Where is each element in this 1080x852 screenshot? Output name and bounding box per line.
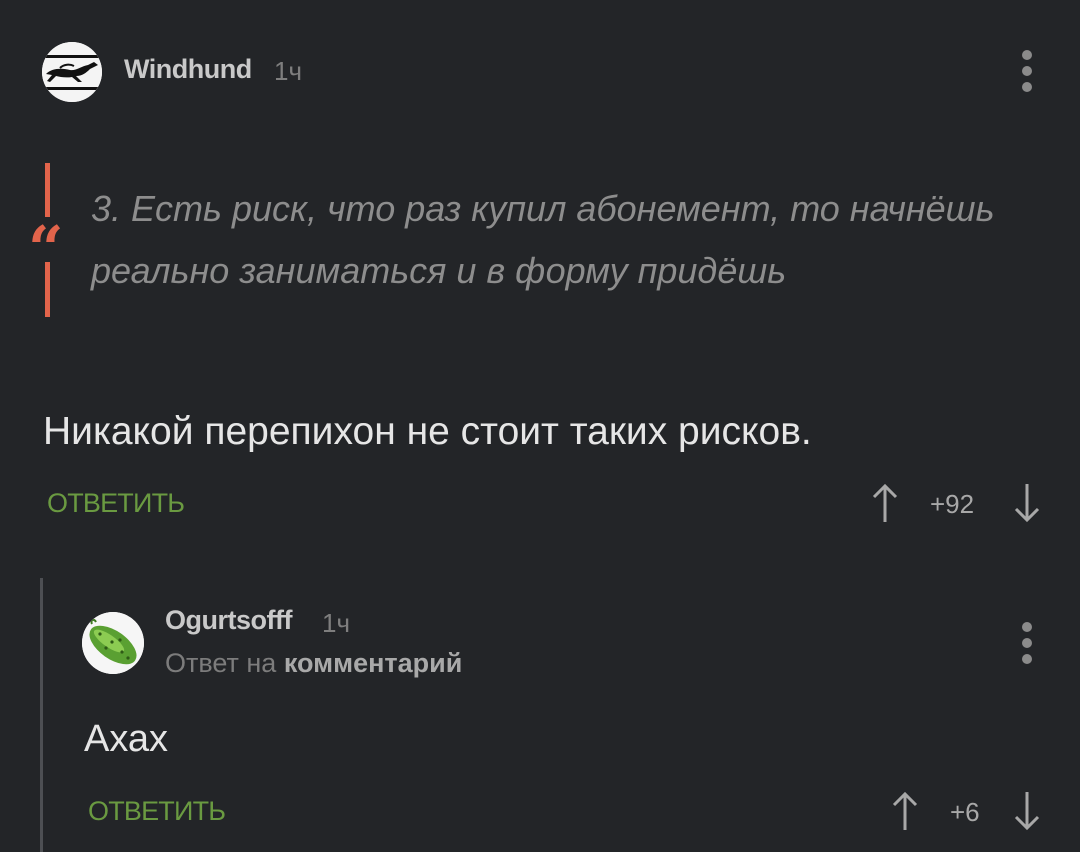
greyhound-icon: [42, 42, 102, 102]
comment-time: 1ч: [322, 608, 351, 638]
more-options-icon[interactable]: [1012, 46, 1042, 94]
author-name[interactable]: Windhund: [124, 54, 252, 85]
thread-line: [40, 578, 43, 852]
upvote-arrow-icon[interactable]: [871, 482, 899, 524]
reply-button[interactable]: ОТВЕТИТЬ: [47, 488, 185, 519]
quoted-text: 3. Есть риск, что раз купил абонемент, т…: [91, 188, 995, 291]
comment-text: Никакой перепихон не стоит таких рисков.: [43, 410, 812, 453]
vote-count: +92: [930, 489, 975, 519]
reply-to-link[interactable]: комментарий: [284, 648, 463, 678]
comment-thread: Windhund 1ч “ 3. Есть риск, что раз купи…: [0, 0, 1080, 852]
comment-text: Ахах: [84, 718, 169, 760]
upvote-arrow-icon[interactable]: [891, 790, 919, 832]
comment-time: 1ч: [274, 56, 303, 86]
reply-to-line: Ответ на комментарий: [165, 648, 462, 679]
downvote-arrow-icon[interactable]: [1013, 790, 1041, 832]
author-name[interactable]: Ogurtsofff: [165, 605, 292, 636]
downvote-arrow-icon[interactable]: [1013, 482, 1041, 524]
avatar[interactable]: [82, 612, 144, 674]
quote-bar: [45, 163, 50, 217]
cucumber-icon: [82, 612, 144, 674]
vote-count: +6: [950, 797, 980, 827]
quote-bar: [45, 262, 50, 317]
more-options-icon[interactable]: [1012, 618, 1042, 666]
reply-to-prefix: Ответ на: [165, 648, 277, 678]
reply-button[interactable]: ОТВЕТИТЬ: [88, 796, 226, 827]
avatar[interactable]: [42, 42, 102, 102]
